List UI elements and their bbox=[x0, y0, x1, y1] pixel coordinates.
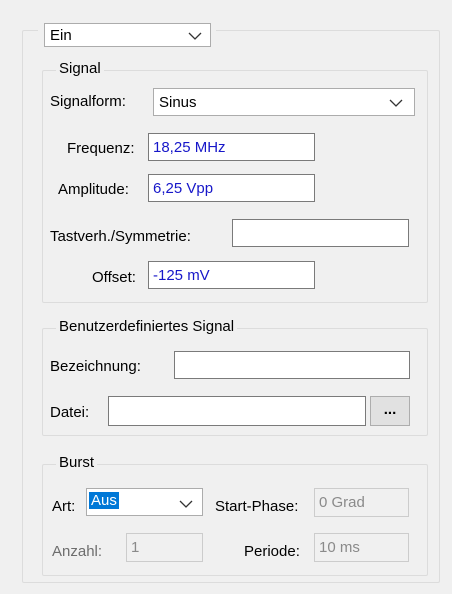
period-label: Periode: bbox=[244, 543, 300, 560]
file-field[interactable] bbox=[108, 396, 366, 426]
enable-combo-value: Ein bbox=[50, 27, 72, 44]
file-label: Datei: bbox=[50, 404, 90, 421]
frequency-label: Frequenz: bbox=[67, 140, 135, 157]
burst-mode-combo[interactable]: Aus bbox=[86, 488, 203, 516]
offset-field[interactable]: -125 mV bbox=[148, 261, 315, 289]
burst-group-title: Burst bbox=[56, 454, 98, 471]
burst-mode-label: Art: bbox=[52, 498, 76, 515]
waveform-value: Sinus bbox=[159, 94, 197, 111]
frequency-value: 18,25 MHz bbox=[153, 139, 226, 156]
chevron-down-icon bbox=[188, 32, 202, 42]
amplitude-label: Amplitude: bbox=[58, 181, 129, 198]
waveform-label: Signalform: bbox=[50, 93, 126, 110]
name-field[interactable] bbox=[174, 351, 410, 379]
burst-mode-value: Aus bbox=[89, 492, 119, 509]
frequency-field[interactable]: 18,25 MHz bbox=[148, 133, 315, 161]
chevron-down-icon bbox=[179, 500, 193, 510]
custom-signal-group-title: Benutzerdefiniertes Signal bbox=[56, 318, 238, 335]
offset-value: -125 mV bbox=[153, 267, 210, 284]
waveform-combo[interactable]: Sinus bbox=[153, 88, 415, 116]
count-field[interactable]: 1 bbox=[126, 533, 203, 562]
amplitude-value: 6,25 Vpp bbox=[153, 180, 214, 197]
start-phase-value: 0 Grad bbox=[319, 494, 365, 511]
amplitude-field[interactable]: 6,25 Vpp bbox=[148, 174, 315, 202]
enable-combo[interactable]: Ein bbox=[44, 23, 211, 47]
chevron-down-icon bbox=[389, 99, 403, 109]
scrollbar-track[interactable] bbox=[452, 0, 460, 594]
period-value: 10 ms bbox=[319, 539, 360, 556]
count-value: 1 bbox=[131, 539, 140, 556]
period-field[interactable]: 10 ms bbox=[314, 533, 409, 562]
duty-label: Tastverh./Symmetrie: bbox=[50, 228, 191, 245]
offset-label: Offset: bbox=[92, 269, 136, 286]
duty-field[interactable] bbox=[232, 219, 409, 247]
count-label: Anzahl: bbox=[52, 543, 103, 560]
start-phase-label: Start-Phase: bbox=[215, 498, 299, 515]
signal-group-title: Signal bbox=[56, 60, 104, 77]
browse-button[interactable]: ... bbox=[370, 396, 410, 426]
name-label: Bezeichnung: bbox=[50, 358, 141, 375]
start-phase-field[interactable]: 0 Grad bbox=[314, 488, 409, 517]
